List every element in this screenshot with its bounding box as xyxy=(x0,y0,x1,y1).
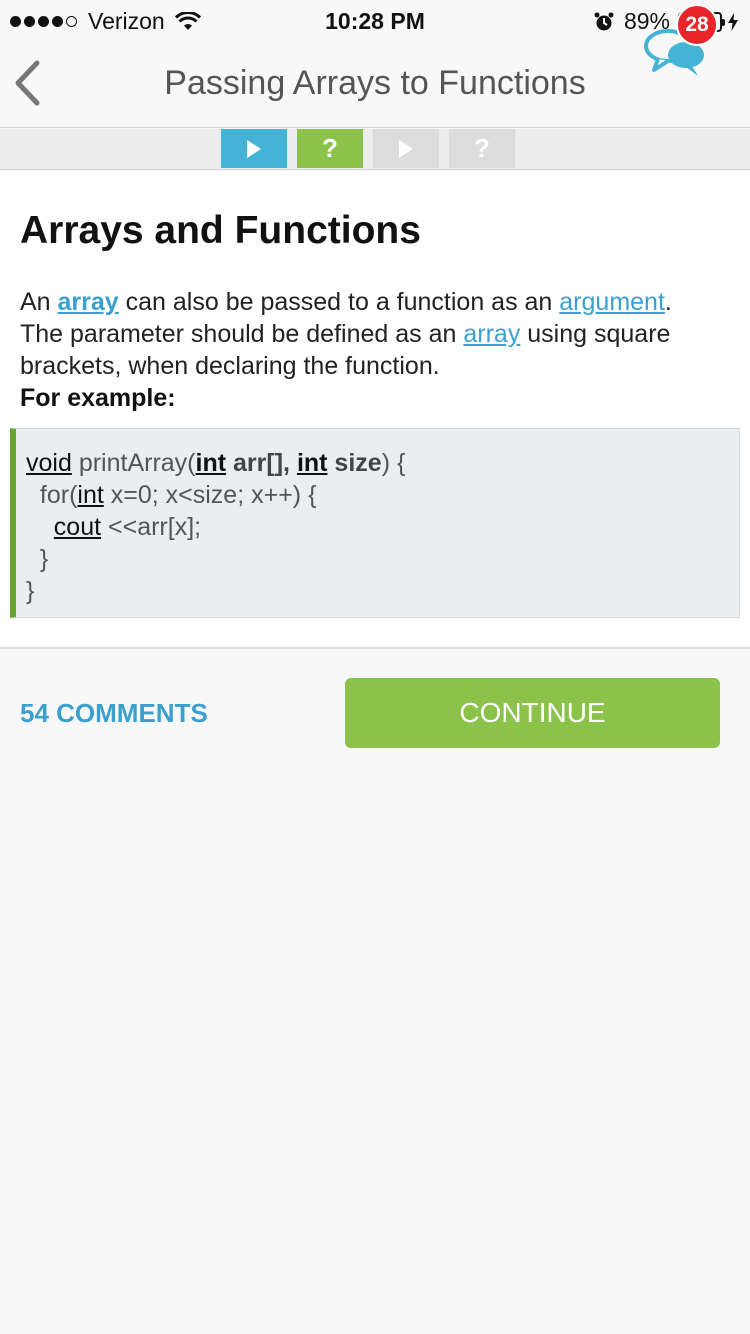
lesson-paragraph: An array can also be passed to a functio… xyxy=(20,286,730,318)
code-line: void printArray(int arr[], int size) { xyxy=(26,447,739,479)
alarm-icon xyxy=(594,12,614,30)
play-icon xyxy=(399,139,413,158)
code-text: x=0; x<size; x++) { xyxy=(103,481,317,509)
step-1-play[interactable] xyxy=(221,129,287,168)
code-text: printArray( xyxy=(71,449,196,477)
code-text: ) { xyxy=(381,449,406,477)
code-block: void printArray(int arr[], int size) { f… xyxy=(10,428,740,618)
code-keyword[interactable]: int xyxy=(297,449,328,477)
code-text: , xyxy=(283,449,297,477)
comments-link[interactable]: 54 COMMENTS xyxy=(20,698,208,729)
code-text: size xyxy=(327,449,382,477)
page-title: Passing Arrays to Functions xyxy=(164,64,586,102)
code-text: <<arr[x]; xyxy=(101,513,202,541)
code-keyword[interactable]: int xyxy=(196,449,227,477)
text-segment: An xyxy=(20,288,58,316)
example-label: For example: xyxy=(20,384,176,412)
lesson-card: Arrays and Functions An array can also b… xyxy=(0,171,750,649)
code-text: for( xyxy=(26,481,78,509)
text-segment: The parameter should be defined as an xyxy=(20,320,464,348)
step-4-quiz[interactable]: ? xyxy=(449,129,515,168)
code-text: arr[] xyxy=(226,449,284,477)
code-keyword[interactable]: cout xyxy=(54,513,101,541)
text-segment: can also be passed to a function as an xyxy=(118,288,560,316)
lesson-progress: ? ? xyxy=(0,129,750,170)
code-line: } xyxy=(26,577,35,605)
link-argument[interactable]: argument xyxy=(559,288,665,316)
charging-bolt-icon xyxy=(728,12,738,31)
continue-button[interactable]: CONTINUE xyxy=(345,678,720,748)
question-icon: ? xyxy=(474,133,490,163)
status-bar: Verizon 10:28 PM 89% xyxy=(0,0,750,40)
lesson-paragraph: The parameter should be defined as an ar… xyxy=(20,318,730,382)
code-keyword[interactable]: int xyxy=(77,481,103,509)
lesson-heading: Arrays and Functions xyxy=(20,209,421,252)
code-line: } xyxy=(26,545,49,573)
play-icon xyxy=(247,139,261,158)
link-array[interactable]: array xyxy=(58,288,119,316)
text-segment: . xyxy=(664,288,672,316)
code-line: for(int x=0; x<size; x++) { xyxy=(26,479,739,511)
step-3-play[interactable] xyxy=(373,129,439,168)
step-2-quiz[interactable]: ? xyxy=(297,129,363,168)
lesson-text: An array can also be passed to a functio… xyxy=(20,286,730,414)
code-keyword[interactable]: void xyxy=(26,449,72,477)
code-line: cout <<arr[x]; xyxy=(26,511,739,543)
notification-badge: 28 xyxy=(676,4,718,46)
question-icon: ? xyxy=(322,133,338,163)
nav-bar: Passing Arrays to Functions xyxy=(0,40,750,128)
link-array-2[interactable]: array xyxy=(463,320,520,348)
